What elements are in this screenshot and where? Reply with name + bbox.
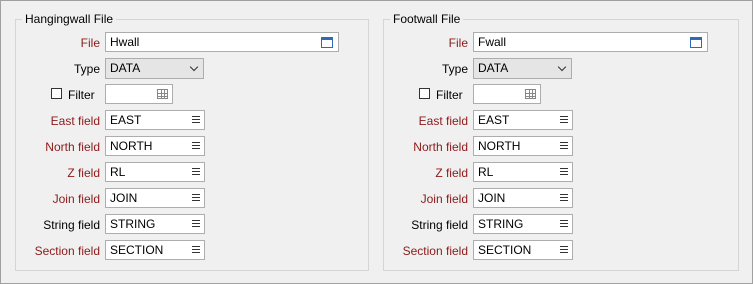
list-icon[interactable] — [192, 194, 200, 202]
north-field-row: North field — [16, 136, 100, 158]
z-field-row: Z field — [384, 162, 468, 184]
section-field-label: Section field — [402, 244, 468, 258]
string-field-input[interactable]: STRING — [105, 214, 205, 234]
east-field-row: East field — [16, 110, 100, 132]
north-field-value: NORTH — [478, 139, 521, 153]
list-icon[interactable] — [560, 142, 568, 150]
north-field-value: NORTH — [110, 139, 153, 153]
file-label: File — [448, 36, 468, 50]
east-field-input[interactable]: EAST — [473, 110, 573, 130]
list-icon[interactable] — [560, 220, 568, 228]
north-field-row: North field — [384, 136, 468, 158]
type-row: Type — [16, 58, 100, 80]
table-icon[interactable] — [157, 89, 168, 99]
join-field-label: Join field — [52, 192, 100, 206]
east-field-value: EAST — [478, 113, 510, 127]
file-input[interactable]: Hwall — [105, 32, 339, 52]
list-icon[interactable] — [192, 168, 200, 176]
filter-label: Filter — [68, 88, 95, 102]
list-icon[interactable] — [192, 246, 200, 254]
join-field-input[interactable]: JOIN — [473, 188, 573, 208]
footwall-group: Footwall File File Fwall Type DATA Filte… — [383, 12, 739, 271]
section-field-value: SECTION — [110, 243, 164, 257]
section-field-value: SECTION — [478, 243, 532, 257]
east-field-label: East field — [418, 114, 468, 128]
dialog-frame: Hangingwall File File Hwall Type DATA Fi… — [0, 0, 753, 284]
file-row: File — [16, 32, 100, 54]
string-field-input[interactable]: STRING — [473, 214, 573, 234]
section-field-row: Section field — [384, 240, 468, 262]
list-icon[interactable] — [560, 168, 568, 176]
browse-file-icon[interactable] — [690, 37, 702, 48]
list-icon[interactable] — [192, 142, 200, 150]
string-field-value: STRING — [478, 217, 524, 231]
filter-checkbox[interactable] — [419, 88, 430, 99]
string-field-row: String field — [384, 214, 468, 236]
file-input[interactable]: Fwall — [473, 32, 708, 52]
north-field-label: North field — [413, 140, 468, 154]
browse-file-icon[interactable] — [321, 37, 333, 48]
group-title: Footwall File — [390, 12, 464, 27]
east-field-input[interactable]: EAST — [105, 110, 205, 130]
file-label: File — [80, 36, 100, 50]
east-field-row: East field — [384, 110, 468, 132]
filter-label: Filter — [436, 88, 463, 102]
z-field-row: Z field — [16, 162, 100, 184]
z-field-value: RL — [110, 165, 126, 179]
type-select[interactable]: DATA — [473, 58, 572, 79]
filter-checkbox[interactable] — [51, 88, 62, 99]
join-field-label: Join field — [420, 192, 468, 206]
list-icon[interactable] — [560, 116, 568, 124]
file-row: File — [384, 32, 468, 54]
list-icon[interactable] — [192, 116, 200, 124]
string-field-row: String field — [16, 214, 100, 236]
file-value: Fwall — [478, 35, 507, 49]
string-field-label: String field — [411, 218, 468, 232]
table-icon[interactable] — [525, 89, 536, 99]
east-field-value: EAST — [110, 113, 142, 127]
join-field-row: Join field — [384, 188, 468, 210]
type-row: Type — [384, 58, 468, 80]
join-field-row: Join field — [16, 188, 100, 210]
type-select[interactable]: DATA — [105, 58, 204, 79]
z-field-input[interactable]: RL — [105, 162, 205, 182]
z-field-label: Z field — [435, 166, 468, 180]
file-value: Hwall — [110, 35, 140, 49]
section-field-input[interactable]: SECTION — [473, 240, 573, 260]
join-field-input[interactable]: JOIN — [105, 188, 205, 208]
join-field-value: JOIN — [110, 191, 138, 205]
type-value: DATA — [110, 61, 141, 75]
z-field-input[interactable]: RL — [473, 162, 573, 182]
list-icon[interactable] — [560, 194, 568, 202]
filter-input[interactable] — [105, 84, 173, 104]
north-field-label: North field — [45, 140, 100, 154]
chevron-down-icon — [189, 62, 199, 72]
z-field-value: RL — [478, 165, 494, 179]
east-field-label: East field — [50, 114, 100, 128]
section-field-label: Section field — [34, 244, 100, 258]
list-icon[interactable] — [560, 246, 568, 254]
string-field-label: String field — [43, 218, 100, 232]
type-label: Type — [73, 62, 100, 76]
type-label: Type — [441, 62, 468, 76]
list-icon[interactable] — [192, 220, 200, 228]
filter-input[interactable] — [473, 84, 541, 104]
north-field-input[interactable]: NORTH — [105, 136, 205, 156]
group-title: Hangingwall File — [22, 12, 117, 27]
type-value: DATA — [478, 61, 509, 75]
join-field-value: JOIN — [478, 191, 506, 205]
chevron-down-icon — [557, 62, 567, 72]
north-field-input[interactable]: NORTH — [473, 136, 573, 156]
section-field-input[interactable]: SECTION — [105, 240, 205, 260]
section-field-row: Section field — [16, 240, 100, 262]
z-field-label: Z field — [67, 166, 100, 180]
hangingwall-group: Hangingwall File File Hwall Type DATA Fi… — [15, 12, 369, 271]
string-field-value: STRING — [110, 217, 156, 231]
